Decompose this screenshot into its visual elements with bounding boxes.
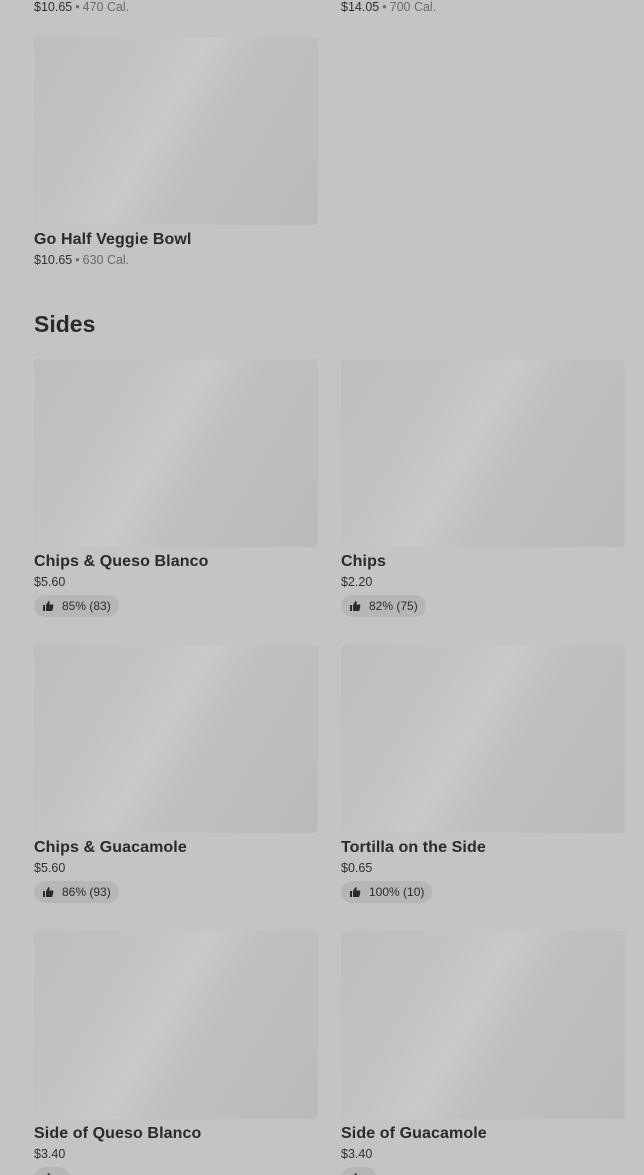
thumbs-up-icon	[350, 887, 361, 897]
rating-badge: 100% (10)	[341, 881, 433, 903]
item-name: Go Half Veggie Bowl	[34, 231, 192, 248]
thumbs-up-icon	[43, 887, 54, 897]
separator: •	[75, 253, 80, 267]
rating-text: 82% (75)	[369, 599, 418, 613]
item-price: $3.40	[34, 1147, 66, 1161]
thumbs-up-icon	[43, 601, 54, 611]
rating-badge: 82% (75)	[341, 595, 426, 617]
menu-item-card-veggie-bowl[interactable]: Go Half Veggie Bowl $10.65 • 630 Cal.	[34, 37, 318, 267]
section-title-sides: Sides	[34, 311, 96, 337]
side-item-card[interactable]: Tortilla on the Side $0.65 100% (10)	[341, 645, 625, 903]
item-image[interactable]	[34, 37, 318, 225]
rating-text: 85% (83)	[62, 599, 111, 613]
item-name: Chips	[341, 553, 386, 570]
item-image[interactable]	[341, 931, 625, 1119]
item-image[interactable]	[341, 359, 625, 547]
menu-item-card[interactable]: $10.65 • 470 Cal.	[34, 0, 318, 14]
item-name: Side of Queso Blanco	[34, 1125, 202, 1142]
item-price: $2.20	[341, 575, 373, 589]
side-item-card[interactable]: Chips & Queso Blanco $5.60 85% (83)	[34, 359, 318, 617]
rating-badge	[341, 1167, 377, 1175]
item-calories: 470 Cal.	[82, 0, 130, 14]
rating-text: 100% (10)	[369, 885, 425, 899]
rating-badge: 85% (83)	[34, 595, 119, 617]
rating-text: 86% (93)	[62, 885, 111, 899]
rating-badge: 86% (93)	[34, 881, 119, 903]
item-image[interactable]	[34, 359, 318, 547]
menu-item-card[interactable]: $14.05 • 700 Cal.	[341, 0, 625, 14]
item-name: Chips & Guacamole	[34, 839, 187, 856]
side-item-card[interactable]: Side of Guacamole $3.40	[341, 931, 625, 1175]
item-price: $5.60	[34, 575, 66, 589]
item-meta: $10.65 • 470 Cal.	[34, 0, 318, 14]
item-price: $0.65	[341, 861, 373, 875]
item-name: Tortilla on the Side	[341, 839, 486, 856]
item-name: Chips & Queso Blanco	[34, 553, 209, 570]
side-item-card[interactable]: Side of Queso Blanco $3.40	[34, 931, 318, 1175]
item-name: Side of Guacamole	[341, 1125, 487, 1142]
item-price: $10.65	[34, 253, 73, 267]
rating-badge	[34, 1167, 70, 1175]
separator: •	[382, 0, 387, 14]
side-item-card[interactable]: Chips $2.20 82% (75)	[341, 359, 625, 617]
item-image[interactable]	[34, 645, 318, 833]
item-price: $3.40	[341, 1147, 373, 1161]
separator: •	[75, 0, 80, 14]
item-price: $5.60	[34, 861, 66, 875]
item-image[interactable]	[34, 931, 318, 1119]
item-meta: $14.05 • 700 Cal.	[341, 0, 625, 14]
item-calories: 700 Cal.	[389, 0, 437, 14]
thumbs-up-icon	[350, 601, 361, 611]
side-item-card[interactable]: Chips & Guacamole $5.60 86% (93)	[34, 645, 318, 903]
menu-page: $10.65 • 470 Cal. $14.05 • 700 Cal. Go Half …	[0, 0, 644, 1175]
item-meta: $10.65 • 630 Cal.	[34, 253, 318, 267]
item-price: $14.05	[341, 0, 380, 14]
item-price: $10.65	[34, 0, 73, 14]
item-image[interactable]	[341, 645, 625, 833]
item-calories: 630 Cal.	[82, 253, 130, 267]
